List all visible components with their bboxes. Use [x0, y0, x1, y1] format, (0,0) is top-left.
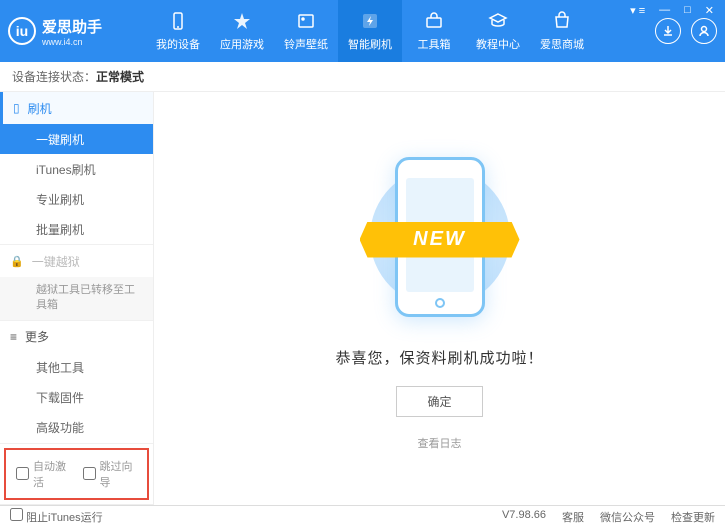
sidebar-item-pro[interactable]: 专业刷机	[0, 184, 153, 214]
wallpaper-icon	[295, 10, 317, 32]
content-area: NEW 恭喜您，保资料刷机成功啦！ 确定 查看日志	[154, 92, 725, 505]
minimize-icon[interactable]: —	[656, 4, 673, 17]
flash-icon	[359, 10, 381, 32]
more-icon: ≡	[10, 330, 17, 344]
view-log-link[interactable]: 查看日志	[418, 435, 462, 451]
nav-flash[interactable]: 智能刷机	[338, 0, 402, 62]
status-value: 正常模式	[96, 68, 144, 85]
footer: 阻止iTunes运行 V7.98.66 客服 微信公众号 检查更新	[0, 505, 725, 527]
sidebar-flash-header[interactable]: ▯ 刷机	[0, 92, 153, 124]
footer-update[interactable]: 检查更新	[671, 509, 715, 525]
nav-my-device[interactable]: 我的设备	[146, 0, 210, 62]
sidebar-item-advanced[interactable]: 高级功能	[0, 413, 153, 443]
close-icon[interactable]: ✕	[702, 4, 717, 17]
tutorial-icon	[487, 10, 509, 32]
new-banner: NEW	[360, 222, 520, 258]
phone-icon: ▯	[13, 101, 20, 115]
block-itunes-checkbox[interactable]: 阻止iTunes运行	[10, 508, 103, 525]
app-subtitle: www.i4.cn	[42, 37, 102, 47]
app-title: 爱思助手	[42, 16, 102, 37]
success-message: 恭喜您，保资料刷机成功啦！	[335, 347, 543, 368]
nav-toolbox[interactable]: 工具箱	[402, 0, 466, 62]
nav-tutorials[interactable]: 教程中心	[466, 0, 530, 62]
success-illustration: NEW	[360, 147, 520, 327]
sidebar: ▯ 刷机 一键刷机 iTunes刷机 专业刷机 批量刷机 🔒 一键越狱 越狱工具…	[0, 92, 154, 505]
maximize-icon[interactable]: □	[681, 4, 694, 17]
sidebar-item-itunes[interactable]: iTunes刷机	[0, 154, 153, 184]
store-icon	[551, 10, 573, 32]
sidebar-jailbreak-header[interactable]: 🔒 一键越狱	[0, 245, 153, 277]
toolbox-icon	[423, 10, 445, 32]
nav-apps[interactable]: 应用游戏	[210, 0, 274, 62]
footer-support[interactable]: 客服	[562, 509, 584, 525]
status-label: 设备连接状态：	[12, 68, 96, 85]
sidebar-item-oneclick[interactable]: 一键刷机	[0, 124, 153, 154]
device-info[interactable]: ▯iPhone 15 Pro Max 512GB iPhone	[0, 504, 153, 505]
sidebar-jailbreak-note[interactable]: 越狱工具已转移至工具箱	[0, 277, 153, 320]
nav-ringtones[interactable]: 铃声壁纸	[274, 0, 338, 62]
apps-icon	[231, 10, 253, 32]
nav-store[interactable]: 爱思商城	[530, 0, 594, 62]
status-bar: 设备连接状态： 正常模式	[0, 62, 725, 92]
header: iu 爱思助手 www.i4.cn 我的设备 应用游戏 铃声壁纸 智能刷机 工具…	[0, 0, 725, 62]
sidebar-item-other[interactable]: 其他工具	[0, 353, 153, 383]
download-button[interactable]	[655, 18, 681, 44]
lock-icon: 🔒	[10, 255, 24, 268]
user-button[interactable]	[691, 18, 717, 44]
sidebar-item-download[interactable]: 下载固件	[0, 383, 153, 413]
skip-guide-checkbox[interactable]: 跳过向导	[83, 458, 138, 490]
sidebar-more-header[interactable]: ≡ 更多	[0, 321, 153, 353]
menu-icon[interactable]: ▾ ≡	[627, 4, 648, 17]
footer-wechat[interactable]: 微信公众号	[600, 509, 655, 525]
logo: iu 爱思助手 www.i4.cn	[8, 16, 146, 47]
device-icon	[167, 10, 189, 32]
sidebar-item-batch[interactable]: 批量刷机	[0, 214, 153, 244]
logo-icon: iu	[8, 17, 36, 45]
version-label: V7.98.66	[502, 509, 546, 525]
checkbox-options: 自动激活 跳过向导	[4, 448, 149, 500]
auto-activate-checkbox[interactable]: 自动激活	[16, 458, 71, 490]
confirm-button[interactable]: 确定	[396, 386, 482, 417]
